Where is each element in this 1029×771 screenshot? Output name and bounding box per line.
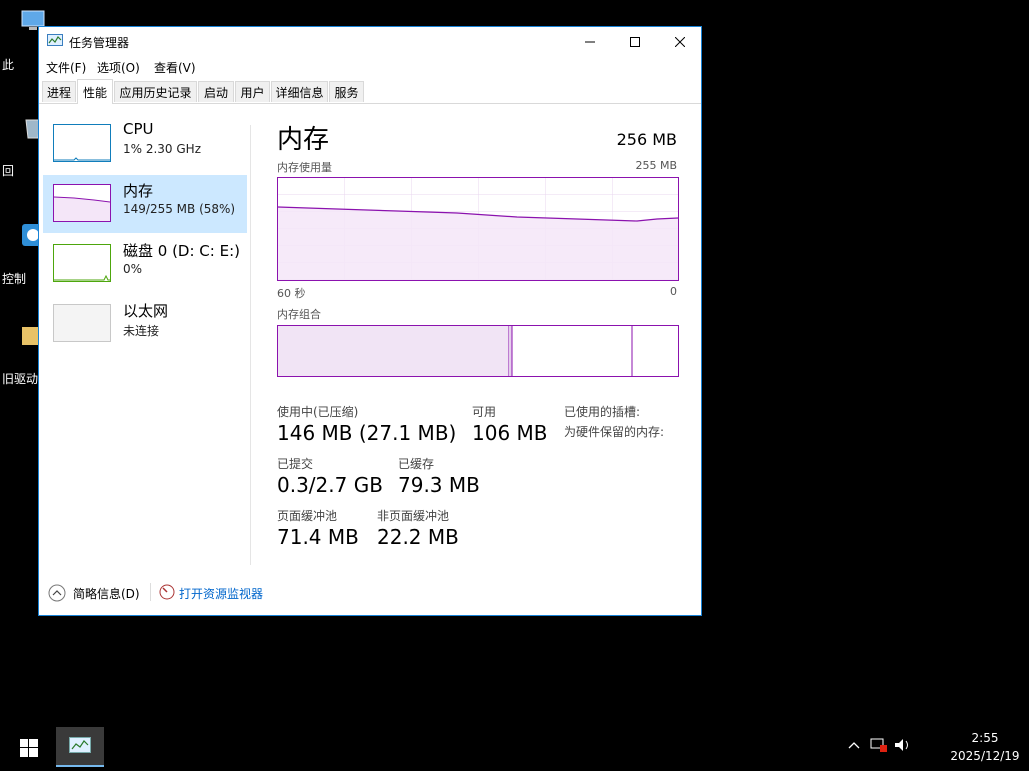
menu-view[interactable]: 查看(V) (154, 59, 196, 76)
time-axis-left: 60 秒 (277, 287, 306, 300)
sidebar-item-disk[interactable]: 磁盘 0 (D: C: E:) 0% (43, 235, 247, 293)
chevron-up-circle-icon[interactable] (48, 584, 66, 602)
desktop-icon-label: 此 (2, 58, 15, 72)
tab-processes[interactable]: 进程 (42, 81, 76, 102)
in-use-value: 146 MB (27.1 MB) (277, 421, 457, 445)
sidebar-item-sub: 149/255 MB (58%) (123, 202, 236, 216)
memory-total: 256 MB (616, 130, 677, 149)
disk-thumbnail (53, 244, 111, 282)
available-value: 106 MB (472, 421, 548, 445)
paged-pool-value: 71.4 MB (277, 525, 359, 549)
desktop-icon-label: 回 (2, 164, 15, 178)
taskbar-task-manager[interactable] (56, 727, 104, 767)
maximize-icon (630, 37, 640, 47)
close-button[interactable] (657, 27, 703, 57)
slots-label: 已使用的插槽: (564, 405, 641, 419)
nonpaged-pool-label: 非页面缓冲池 (377, 509, 450, 523)
sidebar-item-name: 磁盘 0 (D: C: E:) (123, 242, 240, 260)
reserved-label: 为硬件保留的内存: (564, 425, 665, 439)
desktop-icon-label: 旧驱动 (2, 372, 39, 386)
minimize-button[interactable] (567, 27, 613, 57)
fewer-details-button[interactable]: 简略信息(D) (73, 585, 140, 602)
in-use-label: 使用中(已压缩) (277, 405, 359, 419)
title-bar[interactable]: 任务管理器 (39, 27, 701, 57)
ethernet-thumbnail (53, 304, 111, 342)
available-label: 可用 (472, 405, 497, 419)
memory-thumbnail (53, 184, 111, 222)
sidebar-item-ethernet[interactable]: 以太网 未连接 (43, 295, 247, 353)
close-icon (675, 37, 685, 47)
task-manager-icon (69, 737, 91, 753)
tab-details[interactable]: 详细信息 (271, 81, 328, 102)
committed-value: 0.3/2.7 GB (277, 473, 383, 497)
usage-graph-label: 内存使用量 (277, 161, 332, 174)
speaker-icon[interactable] (894, 737, 912, 753)
windows-start-icon[interactable] (20, 739, 38, 757)
task-manager-window: 任务管理器 文件(F) 选项(O) 查看(V) 进程 性能 应用历史记录 启动 … (38, 26, 702, 616)
committed-label: 已提交 (277, 457, 314, 471)
nonpaged-pool-value: 22.2 MB (377, 525, 459, 549)
cpu-mini-graph (54, 157, 110, 161)
usage-graph-max: 255 MB (635, 159, 677, 172)
tab-services[interactable]: 服务 (329, 81, 364, 102)
tab-users[interactable]: 用户 (235, 81, 270, 102)
maximize-button[interactable] (612, 27, 658, 57)
sidebar-item-memory[interactable]: 内存 149/255 MB (58%) (43, 175, 247, 233)
sidebar-item-sub: 1% 2.30 GHz (123, 142, 202, 156)
sidebar-item-sub: 0% (123, 262, 143, 276)
window-title: 任务管理器 (69, 36, 130, 50)
sidebar-item-name: 以太网 (123, 302, 169, 320)
footer: 简略信息(D) 打开资源监视器 (39, 575, 701, 611)
cpu-thumbnail (53, 124, 111, 162)
network-disconnected-icon[interactable] (870, 737, 888, 753)
chevron-up-icon[interactable] (848, 740, 860, 750)
menu-options[interactable]: 选项(O) (97, 59, 140, 76)
memory-composition-bar (277, 325, 679, 377)
paged-pool-label: 页面缓冲池 (277, 509, 338, 523)
footer-divider (150, 583, 151, 601)
tab-startup[interactable]: 启动 (198, 81, 234, 102)
memory-usage-graph (277, 177, 679, 281)
resource-monitor-icon (159, 584, 175, 600)
minimize-icon (585, 41, 595, 43)
composition-label: 内存组合 (277, 308, 321, 321)
clock-time: 2:55 (971, 731, 999, 745)
memory-mini-graph (53, 196, 111, 221)
menu-file[interactable]: 文件(F) (46, 59, 86, 76)
cached-label: 已缓存 (398, 457, 435, 471)
desktop-icon-label: 控制 (2, 272, 27, 286)
pane-divider (250, 125, 251, 565)
menu-bar: 文件(F) 选项(O) 查看(V) (39, 57, 701, 77)
page-title: 内存 (277, 125, 330, 155)
sidebar-item-name: CPU (123, 120, 154, 138)
tab-performance[interactable]: 性能 (77, 79, 113, 104)
cached-value: 79.3 MB (398, 473, 480, 497)
clock[interactable]: 2:55 2025/12/19 (950, 731, 1020, 763)
taskbar: 2:55 2025/12/19 (0, 723, 1029, 771)
sidebar-item-cpu[interactable]: CPU 1% 2.30 GHz (43, 115, 247, 173)
clock-date: 2025/12/19 (950, 749, 1020, 763)
tab-strip: 进程 性能 应用历史记录 启动 用户 详细信息 服务 (39, 79, 701, 104)
task-manager-icon (47, 34, 63, 46)
sidebar-item-name: 内存 (123, 182, 154, 200)
open-resource-monitor-link[interactable]: 打开资源监视器 (179, 585, 263, 602)
time-axis-right: 0 (670, 285, 677, 298)
disk-mini-graph (54, 274, 110, 281)
tab-app-history[interactable]: 应用历史记录 (114, 81, 197, 102)
sidebar-item-sub: 未连接 (123, 324, 160, 338)
